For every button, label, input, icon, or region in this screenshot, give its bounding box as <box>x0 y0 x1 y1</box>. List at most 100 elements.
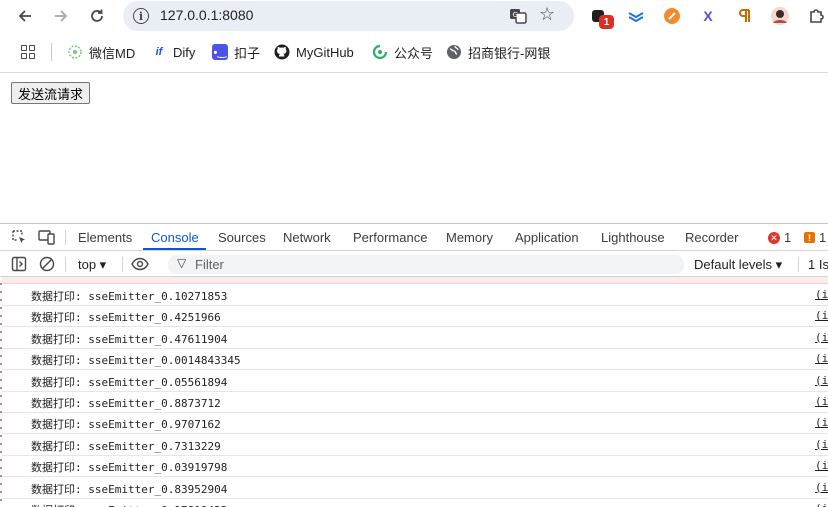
bookmark-label: 扣子 <box>234 45 261 61</box>
console-filter-bar: top ▾ ▽ Filter Default levels ▾ 1 Is <box>0 252 828 277</box>
tab-lighthouse[interactable]: Lighthouse <box>601 230 665 245</box>
bookmarks-bar: 微信MD if Dify •‿ 扣子 MyGitHub 公众号 招商银行-网银 <box>0 36 828 68</box>
warning-icon[interactable]: ! <box>804 232 815 243</box>
console-output: 数据打印: sseEmitter_0.10271853(i:数据打印: sseE… <box>0 277 828 507</box>
browser-toolbar: i 127.0.0.1:8080 G ☆ 1 X <box>0 0 828 34</box>
bookmark-wechat-md[interactable]: 微信MD <box>67 43 135 61</box>
reload-icon[interactable] <box>84 4 110 28</box>
filter-placeholder: Filter <box>195 257 224 272</box>
console-log-text: 数据打印: sseEmitter_0.03919798 <box>31 461 228 475</box>
live-expression-eye-icon[interactable] <box>131 256 149 272</box>
log-levels-dropdown[interactable]: Default levels ▾ <box>694 257 782 273</box>
extension-orange-icon[interactable] <box>662 6 682 26</box>
extensions-puzzle-icon[interactable] <box>806 6 826 26</box>
tab-performance[interactable]: Performance <box>353 230 427 245</box>
console-log-row: 数据打印: sseEmitter_0.83952904 (i: <box>0 478 828 499</box>
console-log-text: 数据打印: sseEmitter_0.10271853 <box>31 290 228 303</box>
address-url[interactable]: 127.0.0.1:8080 <box>160 7 253 23</box>
browser-divider <box>0 72 828 73</box>
profile-avatar[interactable] <box>770 6 790 26</box>
source-link[interactable]: (i: <box>815 309 828 322</box>
extension-x-icon[interactable]: X <box>698 6 718 26</box>
wechat-official-icon <box>372 44 388 60</box>
bookmark-star-icon[interactable]: ☆ <box>539 4 555 25</box>
filter-separator <box>798 257 799 272</box>
console-log-row: 数据打印: sseEmitter_0.05561894 (i: <box>0 371 828 392</box>
tab-elements[interactable]: Elements <box>78 230 132 245</box>
console-gutter <box>0 277 2 507</box>
devtools-tab-bar: Elements Console Sources Network Perform… <box>0 224 828 251</box>
bookmark-label: Dify <box>173 44 196 60</box>
globe-icon <box>446 44 462 60</box>
console-log-row: 数据打印: sseEmitter_0.03919798 (i: <box>0 456 828 478</box>
source-link[interactable]: (i: <box>815 416 828 429</box>
console-log-row: 数据打印: sseEmitter_0.7313229 (i: <box>0 435 828 456</box>
bookmark-dify[interactable]: if Dify <box>151 43 196 61</box>
source-link[interactable]: (i: <box>815 502 828 507</box>
github-icon <box>274 44 290 60</box>
source-link[interactable]: (i: <box>815 352 828 365</box>
source-link[interactable]: (i: <box>815 331 828 344</box>
coze-icon: •‿ <box>212 44 228 60</box>
source-link[interactable]: (i: <box>815 481 828 494</box>
tab-application[interactable]: Application <box>515 230 579 245</box>
translate-icon[interactable]: G <box>509 7 527 25</box>
console-log-text: 数据打印: sseEmitter_0.83952904 <box>31 482 228 496</box>
bookmark-mygithub[interactable]: MyGitHub <box>274 43 354 61</box>
send-stream-request-button[interactable]: 发送流请求 <box>11 82 91 104</box>
console-log-text: 数据打印: sseEmitter_0.9707162 <box>31 418 221 432</box>
console-log-text: 数据打印: sseEmitter_0.47611904 <box>31 332 228 346</box>
tab-separator <box>65 230 66 245</box>
error-count[interactable]: 1 <box>784 230 791 245</box>
console-log-row: 数据打印: sseEmitter_0.4251966 (i: <box>0 306 828 328</box>
source-link[interactable]: (i: <box>815 459 828 472</box>
svg-text:G: G <box>513 11 518 19</box>
dify-icon: if <box>155 46 163 58</box>
console-log-text: 数据打印: sseEmitter_0.0014843345 <box>31 354 241 368</box>
console-log-row: 数据打印: sseEmitter_0.17819422 (i: <box>0 499 828 507</box>
extension-layers-icon[interactable] <box>626 6 646 26</box>
tab-console[interactable]: Console <box>151 230 199 245</box>
site-info-icon[interactable]: i <box>133 8 149 24</box>
back-arrow-icon[interactable] <box>12 4 38 28</box>
tab-memory[interactable]: Memory <box>446 230 493 245</box>
source-link[interactable]: (i: <box>815 395 828 408</box>
device-toolbar-icon[interactable] <box>38 229 55 245</box>
filter-separator <box>65 257 66 272</box>
tab-sources[interactable]: Sources <box>218 230 266 245</box>
bookmark-label: 公众号 <box>394 45 434 61</box>
clear-console-icon[interactable] <box>39 256 55 272</box>
console-log-row: 数据打印: sseEmitter_0.47611904 (i: <box>0 328 828 349</box>
console-log-row: 数据打印: sseEmitter_0.8873712 (i: <box>0 392 828 413</box>
console-log-row: 数据打印: sseEmitter_0.10271853 (i: <box>0 285 828 306</box>
sidebar-toggle-icon[interactable] <box>11 256 27 272</box>
console-log-text: 数据打印: sseEmitter_0.17819422 <box>31 502 227 507</box>
tab-recorder[interactable]: Recorder <box>685 230 738 245</box>
bookmark-official-account[interactable]: 公众号 <box>372 43 433 61</box>
source-link[interactable]: (i: <box>815 438 828 451</box>
wechat-md-icon <box>67 44 83 60</box>
forward-arrow-icon[interactable] <box>48 4 74 28</box>
inspect-element-icon[interactable] <box>11 229 27 245</box>
console-log-text: 数据打印: sseEmitter_0.4251966 <box>31 311 221 325</box>
console-log-text: 数据打印: sseEmitter_0.8873712 <box>31 397 221 410</box>
address-bar[interactable]: i 127.0.0.1:8080 G ☆ <box>123 1 574 31</box>
source-link[interactable]: (i: <box>815 288 828 301</box>
context-selector[interactable]: top ▾ <box>78 257 106 273</box>
bookmark-cmb-bank[interactable]: 招商银行-网银 <box>446 43 550 61</box>
bookmark-coze[interactable]: •‿ 扣子 <box>212 43 260 61</box>
bookmark-label: 微信MD <box>89 45 136 61</box>
issues-counter[interactable]: 1 Is <box>808 257 828 272</box>
source-link[interactable]: (i: <box>815 374 828 387</box>
extension-badge: 1 <box>599 15 614 29</box>
bookmark-label: MyGitHub <box>296 44 354 60</box>
warning-count[interactable]: 1 <box>819 230 826 245</box>
filter-funnel-icon: ▽ <box>177 256 187 270</box>
error-icon[interactable]: ✕ <box>768 232 780 244</box>
console-log-row: 数据打印: sseEmitter_0.9707162 (i: <box>0 413 828 435</box>
filter-input[interactable]: ▽ Filter <box>168 255 684 274</box>
error-message-strip <box>0 277 828 284</box>
filter-separator <box>122 257 123 272</box>
extension-paragraph-icon[interactable] <box>734 6 754 26</box>
tab-network[interactable]: Network <box>283 230 331 245</box>
